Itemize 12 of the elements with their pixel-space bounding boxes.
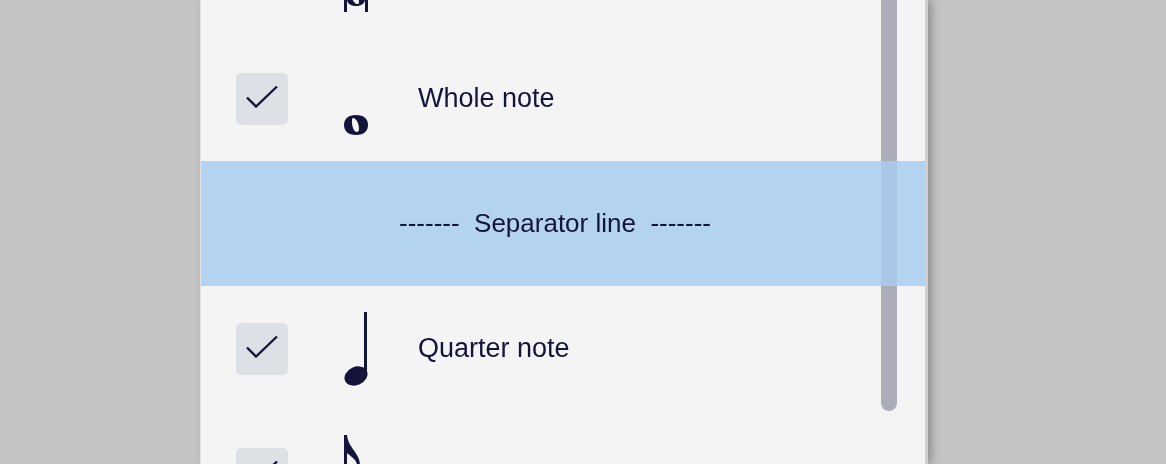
note-row[interactable]: Whole note [201,36,925,161]
checkmark-icon [246,84,278,108]
whole-note-icon [344,115,368,135]
note-label: Whole note [418,82,555,116]
quarter-note-icon [344,312,368,386]
note-row[interactable]: Quarter note [201,286,925,411]
checkbox[interactable] [236,322,288,375]
separator-row[interactable]: ------- Separator line ------- [201,161,925,286]
checkmark-icon [246,334,278,358]
separator-label: ------- Separator line ------- [399,207,711,240]
note-label: Quarter note [418,332,570,366]
checkbox[interactable] [236,72,288,125]
